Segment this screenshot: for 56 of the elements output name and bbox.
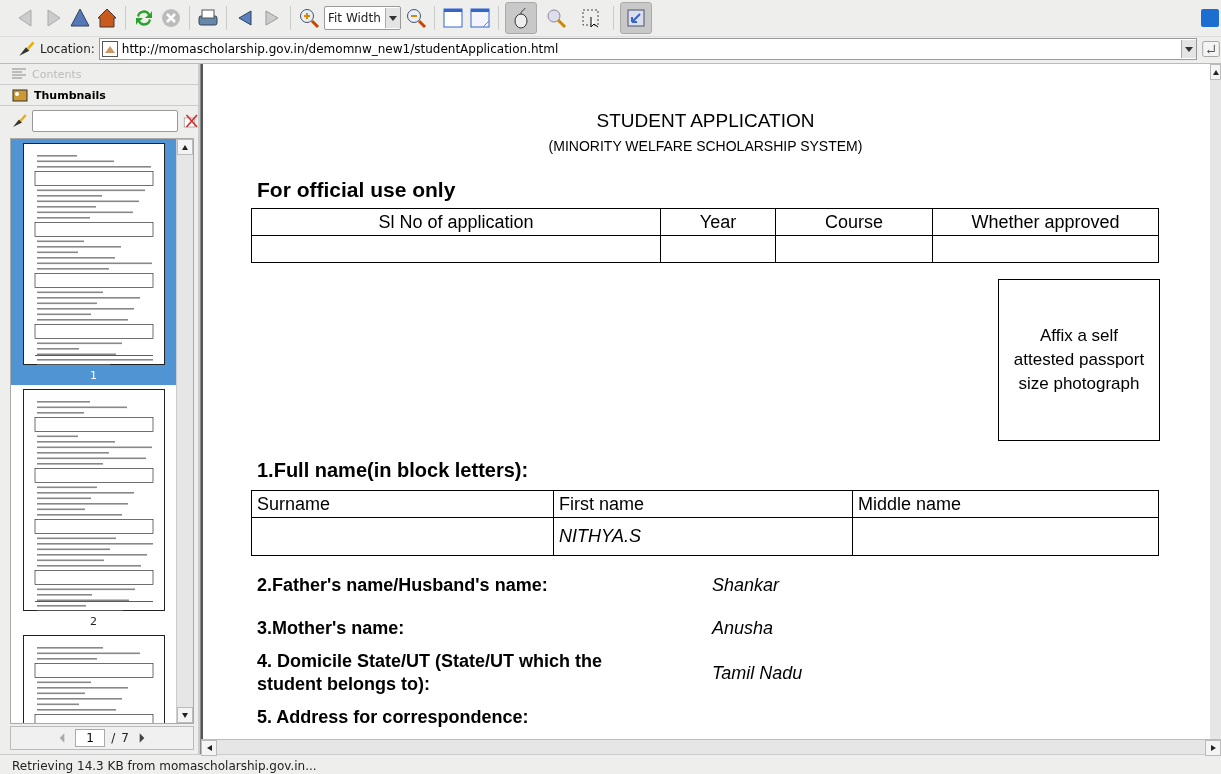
scroll-up-icon[interactable] [1211, 68, 1220, 76]
caret-icon [1185, 46, 1193, 52]
page-thumbnail-drawing[interactable] [22, 389, 165, 611]
page-icon [101, 41, 118, 57]
zoom-dropdown[interactable]: Fit Width [324, 6, 401, 30]
clear-location-icon[interactable] [16, 39, 36, 59]
section-heading: 5. Address for correspondence: [257, 706, 529, 729]
page-separator: / [111, 731, 116, 745]
sidebar-tab[interactable]: Thumbnails [0, 85, 198, 106]
photo-field: Affix a self attested passport size photograph [998, 279, 1160, 441]
table-header-cell: Middle name [852, 490, 1159, 518]
section-heading: 1.Full name(in block letters): [257, 459, 530, 482]
page-number: 1 [90, 369, 97, 383]
section-heading: For official use only [257, 178, 457, 202]
page-thumbnail-drawing[interactable] [22, 143, 165, 365]
scroll-right-icon[interactable] [1209, 744, 1217, 752]
go-icon[interactable] [1201, 39, 1221, 59]
document-subtitle: (MINORITY WELFARE SCHOLARSHIP SYSTEM) [547, 138, 864, 154]
table-header-cell: Whether approved [932, 208, 1159, 236]
field-value: Anusha [712, 618, 774, 639]
logo-icon [1201, 9, 1219, 27]
caret-icon [389, 15, 397, 21]
window-icon[interactable] [468, 6, 492, 30]
field-value: Tamil Nadu [712, 662, 803, 684]
scroll-down-icon[interactable] [181, 711, 189, 719]
location-label: Location: [40, 42, 95, 56]
field-label: 4. Domicile State/UT (State/UT which the student belongs to): [257, 650, 604, 696]
filter-field[interactable] [32, 110, 178, 132]
window-icon[interactable] [441, 6, 465, 30]
list-icon [12, 68, 26, 80]
page-number: 2 [90, 615, 97, 629]
status-text: Retrieving 14.3 KB from momascholarship.gov.in... [0, 754, 1221, 774]
zoom-in-icon[interactable] [297, 6, 321, 30]
page-field[interactable]: 1 [75, 729, 106, 747]
location-bar[interactable]: http://momascholarship.gov.in/demomnw_new1/studentApplication.html [98, 38, 1197, 60]
field-value: Shankar [712, 575, 780, 596]
table-header-cell: Course [775, 208, 933, 236]
scroll-left-icon[interactable] [205, 744, 213, 752]
scroll-up-icon[interactable] [181, 143, 189, 151]
field-label: 3.Mother's name: [257, 617, 406, 640]
page-total: 7 [121, 731, 129, 745]
document-title: STUDENT APPLICATION [595, 110, 816, 132]
table-header-cell: First name [553, 490, 853, 518]
thumbnail-item[interactable]: 2 [11, 385, 176, 631]
image-icon [12, 88, 28, 102]
field-label: 2.Father's name/Husband's name: [257, 574, 549, 597]
table-header-cell: Sl No of application [251, 208, 661, 236]
table-header-cell: Year [660, 208, 776, 236]
up-icon[interactable] [68, 6, 92, 30]
clear-filter-icon[interactable] [10, 112, 28, 130]
url-field[interactable]: http://momascholarship.gov.in/demomnw_new1/studentApplication.html [121, 42, 1177, 56]
clear-icon[interactable] [182, 112, 200, 130]
zoom-out-icon[interactable] [404, 6, 428, 30]
table-header-cell: Surname [251, 490, 554, 518]
table-cell: NITHYA.S [553, 517, 853, 556]
home-icon[interactable] [95, 6, 119, 30]
